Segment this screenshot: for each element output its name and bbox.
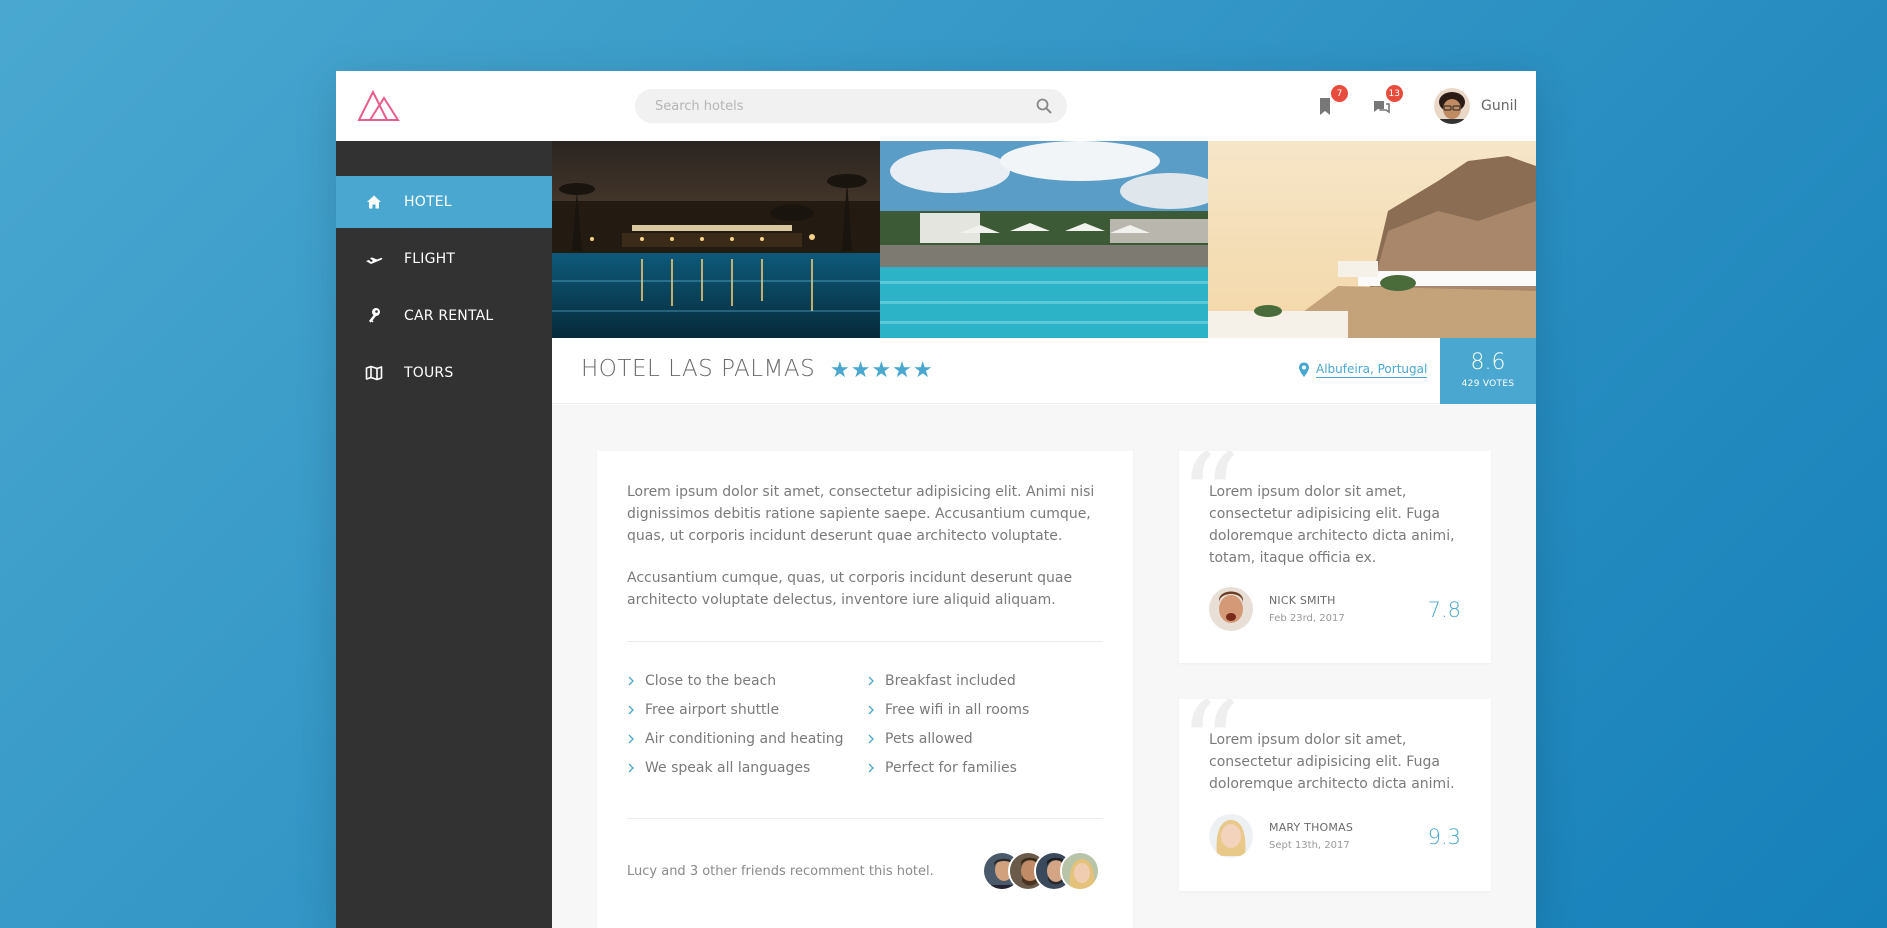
key-icon [364,306,384,326]
avatar[interactable] [1209,814,1253,858]
sidebar-item-label: CAR RENTAL [404,308,494,324]
review-text: Lorem ipsum dolor sit amet, consectetur … [1209,484,1455,566]
map-icon [364,363,384,383]
top-header: 7 13 Gunil [336,71,1536,141]
hotel-score-box: 8.6 429 VOTES [1440,338,1536,404]
chevron-right-icon [867,676,877,686]
home-icon [364,192,384,212]
description-paragraph: Lorem ipsum dolor sit amet, consectetur … [627,484,1095,544]
review-text: Lorem ipsum dolor sit amet, consectetur … [1209,732,1455,792]
hotel-photo-cliffs[interactable] [1208,141,1536,338]
review-card: “ Lorem ipsum dolor sit amet, consectetu… [1179,451,1491,663]
reviewer-info: NICK SMITH Feb 23rd, 2017 [1269,594,1345,624]
hotel-photo-day-pool[interactable] [880,141,1208,338]
feature-item: We speak all languages [627,760,867,776]
reviewer: NICK SMITH Feb 23rd, 2017 [1209,587,1345,631]
search-bar [635,89,1067,123]
search-icon[interactable] [1035,97,1053,115]
avatar[interactable] [1209,587,1253,631]
review-date: Sept 13th, 2017 [1269,840,1350,851]
avatar[interactable] [1060,851,1100,891]
reviewer: MARY THOMAS Sept 13th, 2017 [1209,814,1353,858]
feature-item: Free wifi in all rooms [867,702,1107,718]
sidebar-item-label: HOTEL [404,194,452,210]
friends-recommend-text: Lucy and 3 other friends recomment this … [627,864,934,879]
review-score: 7.8 [1427,598,1461,622]
divider [627,818,1103,819]
chevron-right-icon [627,676,637,686]
location-pin-icon [1299,362,1309,377]
messages-button[interactable]: 13 [1369,85,1403,119]
chevron-right-icon [867,705,877,715]
hotel-photo-night-pool[interactable] [552,141,880,338]
bookmarks-button[interactable]: 7 [1314,85,1348,119]
hotel-votes: 429 VOTES [1461,379,1515,389]
search-input[interactable] [655,98,1035,114]
sidebar-item-label: TOURS [404,365,454,381]
sidebar: HOTEL FLIGHT CAR RENTAL TOURS [336,141,552,928]
bookmarks-badge: 7 [1331,85,1348,102]
review-score: 9.3 [1427,825,1461,849]
sidebar-item-label: FLIGHT [404,251,456,267]
location: Albufeira, Portugal [1298,362,1428,378]
feature-item: Close to the beach [627,673,867,689]
star-rating: ★★★★★ [830,358,934,383]
plane-icon [364,249,384,269]
reviewer-name: MARY THOMAS [1269,821,1354,834]
feature-item: Air conditioning and heating [627,731,867,747]
feature-item: Breakfast included [867,673,1107,689]
hotel-score: 8.6 [1470,350,1506,375]
messages-badge: 13 [1385,85,1403,102]
chevron-right-icon [867,734,877,744]
main-content: Lorem ipsum dolor sit amet, consectetur … [552,405,1536,928]
feature-item: Free airport shuttle [627,702,867,718]
sidebar-item-car-rental[interactable]: CAR RENTAL [336,290,552,342]
feature-item: Perfect for families [867,760,1107,776]
chevron-right-icon [627,705,637,715]
review-card: “ Lorem ipsum dolor sit amet, consectetu… [1179,699,1491,891]
chevron-right-icon [867,763,877,773]
sidebar-item-tours[interactable]: TOURS [336,347,552,399]
reviewer-name: NICK SMITH [1269,594,1336,607]
reviewer-info: MARY THOMAS Sept 13th, 2017 [1269,821,1353,851]
sidebar-item-hotel[interactable]: HOTEL [336,176,552,228]
chevron-right-icon [627,763,637,773]
sidebar-item-flight[interactable]: FLIGHT [336,233,552,285]
chevron-right-icon [627,734,637,744]
avatar [1434,88,1470,124]
description-card: Lorem ipsum dolor sit amet, consectetur … [597,451,1133,928]
app-window: 7 13 Gunil [336,71,1536,928]
friend-avatars[interactable] [982,851,1102,893]
location-link[interactable]: Albufeira, Portugal [1316,362,1428,378]
page-title: HOTEL LAS PALMAS [581,356,816,382]
user-menu[interactable]: Gunil [1434,88,1517,124]
divider [627,641,1103,642]
user-name: Gunil [1481,98,1518,114]
description-paragraph: Accusantium cumque, quas, ut corporis in… [627,570,1073,608]
review-date: Feb 23rd, 2017 [1269,613,1345,624]
feature-item: Pets allowed [867,731,1107,747]
logo-icon[interactable] [356,86,402,126]
hotel-title-bar: HOTEL LAS PALMAS ★★★★★ Albufeira, Portug… [552,338,1536,404]
description-text: Lorem ipsum dolor sit amet, consectetur … [627,481,1107,611]
